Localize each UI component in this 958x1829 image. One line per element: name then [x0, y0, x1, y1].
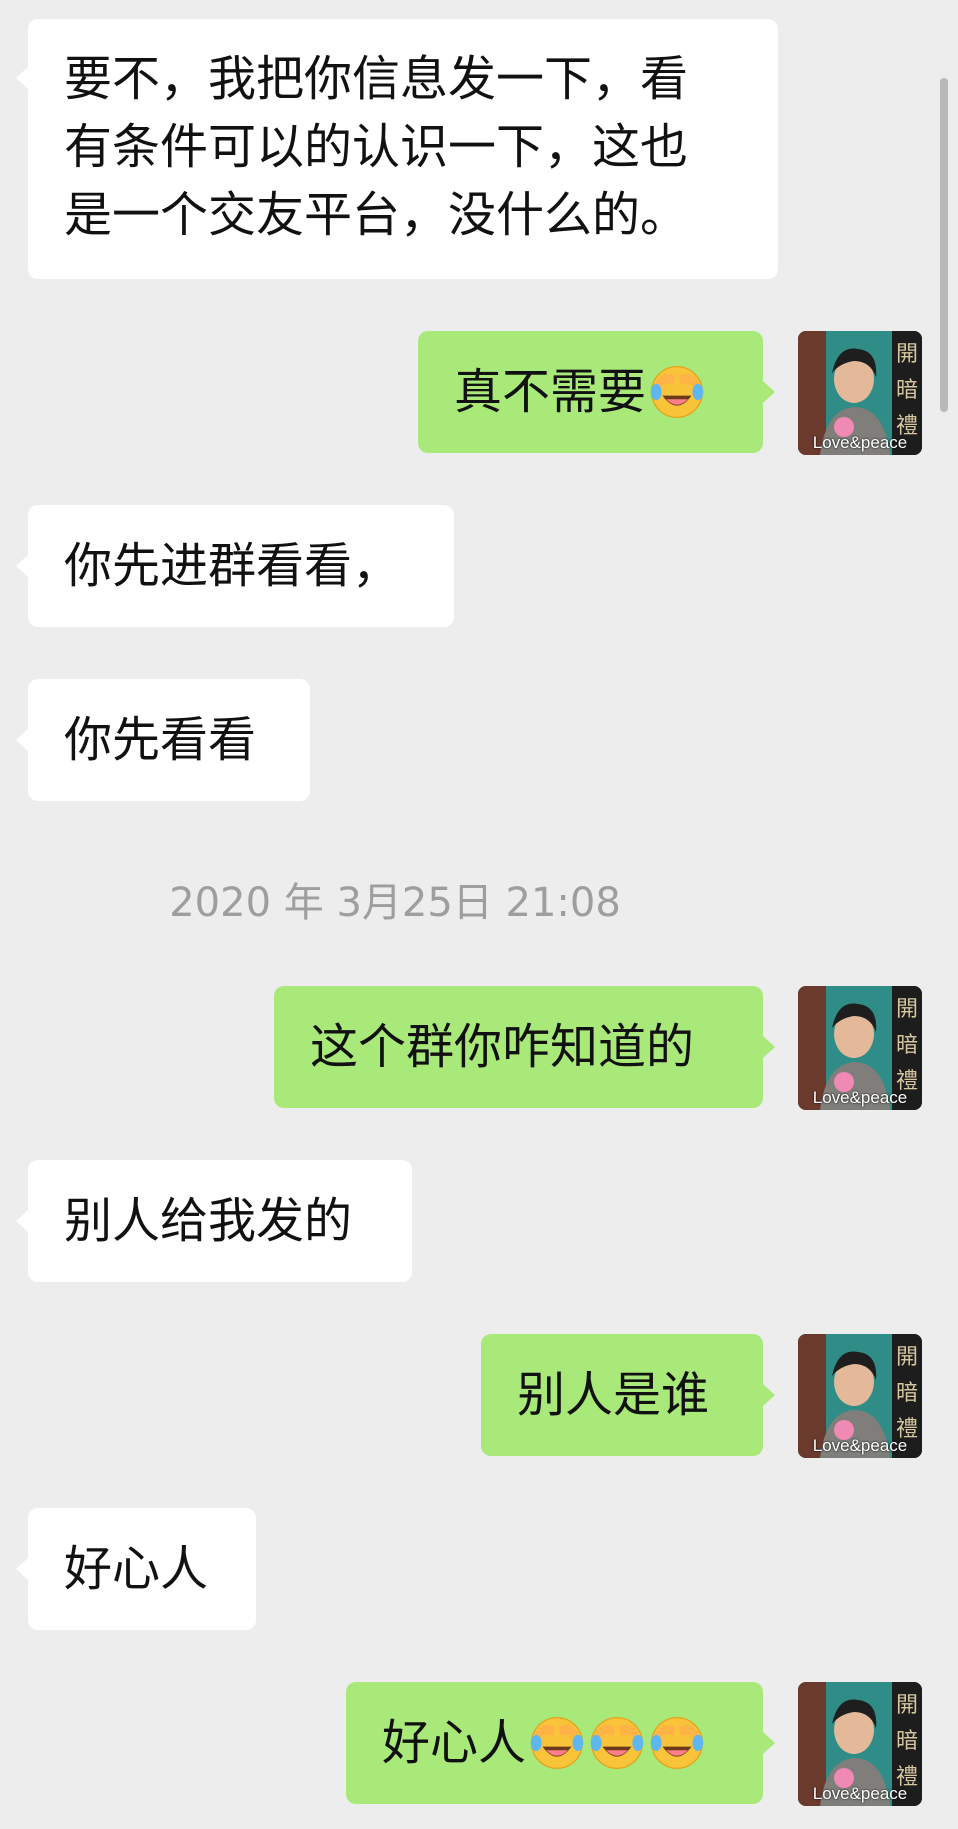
bubble-tail	[16, 1210, 28, 1232]
message-sent[interactable]: 真不需要	[418, 331, 763, 453]
bubble-tail	[763, 1384, 775, 1406]
bubble-tail	[16, 555, 28, 577]
avatar-caption: Love&peace	[812, 1088, 908, 1107]
message-text: 好心人	[64, 1541, 209, 1597]
avatar-caption: Love&peace	[812, 1784, 908, 1803]
svg-text:暗: 暗	[896, 1033, 918, 1058]
avatar[interactable]: 開 暗 禮 Love&peace	[798, 986, 922, 1110]
svg-text:開: 開	[896, 1693, 918, 1718]
message-text: 你先进群看看，	[64, 538, 401, 594]
message-text: 要不，我把你信息发一下，看 有条件可以的认识一下，这也 是一个交友平台，没什么的…	[64, 51, 689, 243]
bubble-tail	[16, 1558, 28, 1580]
avatar[interactable]: 開 暗 禮 Love&peace	[798, 331, 922, 455]
message-sent[interactable]: 别人是谁	[481, 1334, 763, 1456]
face-with-tears-of-joy-icon	[648, 1714, 706, 1772]
scrollbar[interactable]	[940, 78, 948, 412]
avatar-caption: Love&peace	[812, 433, 908, 452]
avatar[interactable]: 開 暗 禮 Love&peace	[798, 1334, 922, 1458]
face-with-tears-of-joy-icon	[648, 363, 706, 421]
svg-text:暗: 暗	[896, 1381, 918, 1406]
message-sent[interactable]: 这个群你咋知道的	[274, 986, 763, 1108]
face-with-tears-of-joy-icon	[528, 1714, 586, 1772]
bubble-tail	[16, 67, 28, 89]
message-text: 真不需要	[454, 364, 647, 420]
message-received[interactable]: 要不，我把你信息发一下，看 有条件可以的认识一下，这也 是一个交友平台，没什么的…	[28, 19, 778, 279]
bubble-tail	[763, 1732, 775, 1754]
message-received[interactable]: 你先进群看看，	[28, 505, 454, 627]
message-received[interactable]: 别人给我发的	[28, 1160, 412, 1282]
svg-text:暗: 暗	[896, 378, 918, 403]
message-text: 别人给我发的	[64, 1193, 353, 1249]
bubble-tail	[763, 381, 775, 403]
chat-window: 要不，我把你信息发一下，看 有条件可以的认识一下，这也 是一个交友平台，没什么的…	[0, 0, 958, 1829]
svg-text:開: 開	[896, 997, 918, 1022]
message-sent[interactable]: 好心人	[346, 1682, 763, 1804]
svg-text:暗: 暗	[896, 1729, 918, 1754]
avatar[interactable]: 開 暗 禮 Love&peace	[798, 1682, 922, 1806]
face-with-tears-of-joy-icon	[588, 1714, 646, 1772]
bubble-tail	[16, 729, 28, 751]
message-text: 你先看看	[64, 712, 257, 768]
avatar-caption: Love&peace	[812, 1436, 908, 1455]
svg-text:開: 開	[896, 342, 918, 367]
message-text: 这个群你咋知道的	[310, 1019, 695, 1075]
message-text: 好心人	[382, 1715, 527, 1771]
message-text: 别人是谁	[517, 1367, 710, 1423]
message-timestamp: 2020 年 3月25日 21:08	[169, 880, 621, 926]
message-received[interactable]: 好心人	[28, 1508, 256, 1630]
message-received[interactable]: 你先看看	[28, 679, 310, 801]
bubble-tail	[763, 1036, 775, 1058]
svg-text:開: 開	[896, 1345, 918, 1370]
